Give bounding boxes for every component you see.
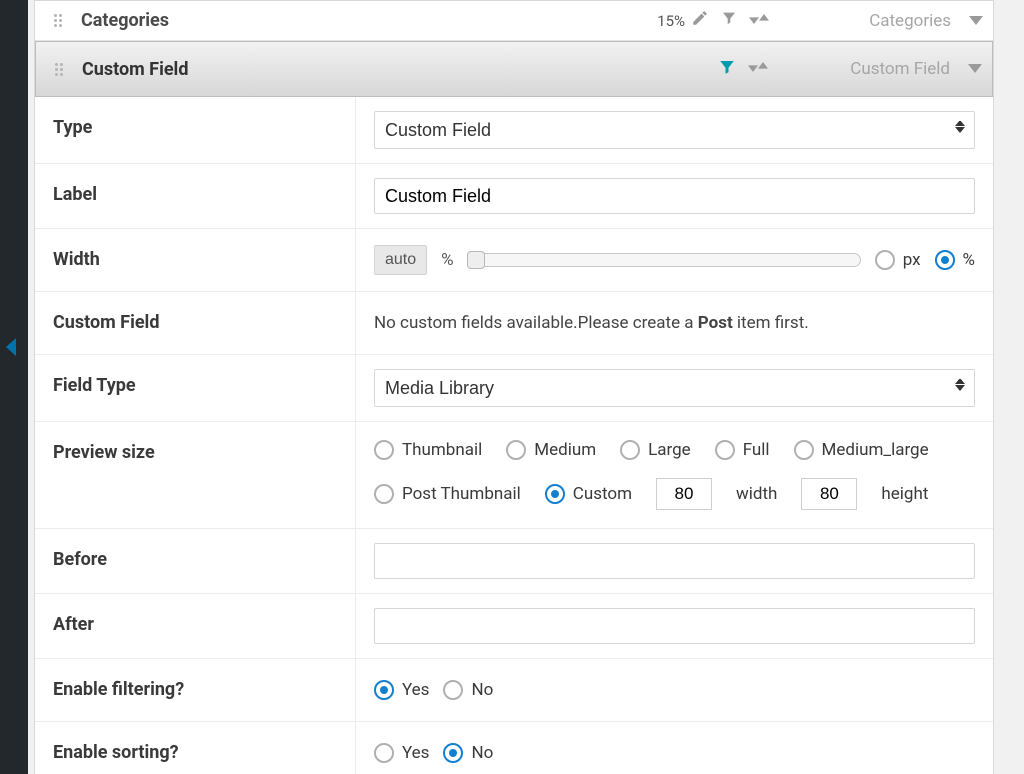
row-before: Before (35, 529, 993, 594)
row-preview-size: Preview size Thumbnail Medium Large Full… (35, 422, 993, 529)
row-label: Label (35, 164, 993, 229)
width-slider[interactable] (468, 253, 861, 267)
column-type-label: Custom Field (778, 59, 958, 79)
type-select[interactable]: Custom Field (374, 111, 975, 149)
height-label: height (881, 484, 928, 504)
collapse-sidebar-tab[interactable] (0, 330, 18, 364)
row-after: After (35, 594, 993, 659)
edit-icon[interactable] (691, 9, 709, 32)
main-area: Categories 15% Categories Custom Field C… (28, 0, 1004, 774)
sort-icon[interactable] (748, 59, 768, 79)
label-custom-field: Custom Field (35, 292, 355, 353)
label-preview-size: Preview size (35, 422, 355, 483)
preview-large[interactable]: Large (620, 440, 691, 460)
width-unit-percent[interactable]: % (935, 250, 975, 270)
funnel-icon[interactable] (718, 58, 736, 81)
sort-icon[interactable] (749, 11, 769, 31)
sorting-yes[interactable]: Yes (374, 743, 429, 763)
after-input[interactable] (374, 608, 975, 644)
width-percent: 15% (657, 12, 685, 30)
field-type-select[interactable]: Media Library (374, 369, 975, 407)
preview-thumbnail[interactable]: Thumbnail (374, 440, 482, 460)
before-input[interactable] (374, 543, 975, 579)
preview-custom[interactable]: Custom (545, 484, 632, 504)
preview-full[interactable]: Full (715, 440, 770, 460)
label-enable-filtering: Enable filtering? (35, 659, 355, 720)
drag-handle-icon[interactable] (36, 63, 82, 76)
label-label: Label (35, 164, 355, 225)
row-custom-field: Custom Field No custom fields available.… (35, 292, 993, 355)
preview-height-input[interactable] (801, 478, 857, 510)
column-type-label: Categories (779, 11, 959, 31)
preview-medium[interactable]: Medium (506, 440, 596, 460)
drag-handle-icon[interactable] (35, 14, 81, 27)
width-label: width (736, 484, 777, 504)
row-field-type: Field Type Media Library (35, 355, 993, 422)
no-custom-fields-message: No custom fields available.Please create… (374, 313, 809, 333)
width-unit-px[interactable]: px (875, 250, 921, 270)
sorting-no[interactable]: No (443, 743, 493, 763)
chevron-down-icon[interactable] (958, 59, 992, 79)
label-input[interactable] (374, 178, 975, 214)
label-width: Width (35, 229, 355, 290)
admin-sidebar (0, 0, 28, 774)
label-after: After (35, 594, 355, 655)
label-type: Type (35, 97, 355, 158)
filtering-no[interactable]: No (443, 680, 493, 700)
width-auto-button[interactable]: auto (374, 245, 427, 275)
preview-width-input[interactable] (656, 478, 712, 510)
chevron-down-icon[interactable] (959, 11, 993, 31)
right-gutter (1004, 0, 1024, 774)
column-row-custom-field[interactable]: Custom Field Custom Field (35, 41, 993, 97)
row-enable-sorting: Enable sorting? Yes No (35, 722, 993, 774)
column-settings: Type Custom Field Label Width auto % (35, 97, 993, 774)
row-enable-filtering: Enable filtering? Yes No (35, 659, 993, 722)
slider-handle[interactable] (467, 251, 485, 269)
column-title: Categories (81, 10, 657, 31)
filtering-yes[interactable]: Yes (374, 680, 429, 700)
unit-percent-text: % (441, 250, 453, 270)
column-editor-panel: Categories 15% Categories Custom Field C… (34, 0, 994, 774)
label-enable-sorting: Enable sorting? (35, 722, 355, 774)
row-type: Type Custom Field (35, 97, 993, 164)
row-width: Width auto % px % (35, 229, 993, 292)
label-field-type: Field Type (35, 355, 355, 416)
funnel-icon[interactable] (721, 10, 737, 31)
preview-post-thumbnail[interactable]: Post Thumbnail (374, 484, 521, 504)
column-row-categories[interactable]: Categories 15% Categories (35, 1, 993, 41)
preview-medium-large[interactable]: Medium_large (794, 440, 929, 460)
column-title: Custom Field (82, 59, 718, 80)
label-before: Before (35, 529, 355, 590)
